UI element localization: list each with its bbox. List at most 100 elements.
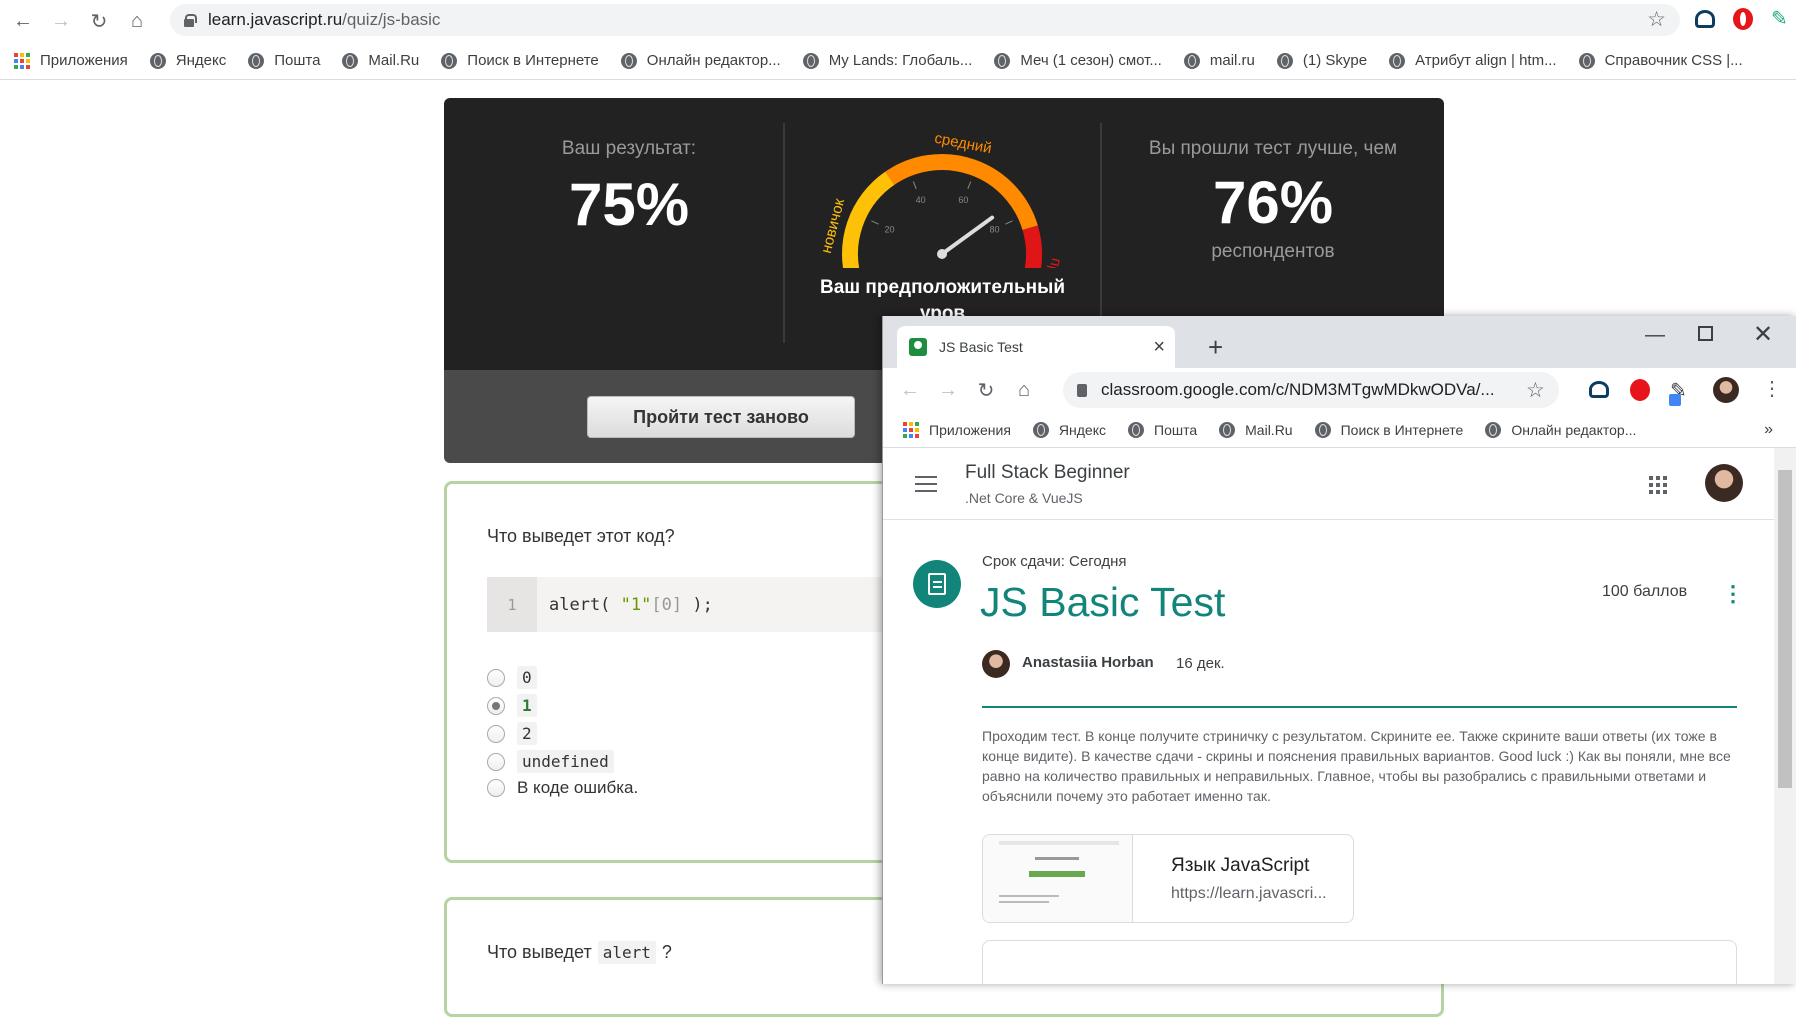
globe-icon <box>620 52 637 69</box>
apps-grid-icon <box>14 52 30 69</box>
extension-triangle-icon[interactable] <box>1695 9 1715 28</box>
due-date: Срок сдачи: Сегодня <box>982 553 1127 570</box>
menu-kebab-icon[interactable]: ⋮ <box>1762 376 1782 401</box>
answer-option[interactable]: undefined <box>487 750 614 773</box>
gauge-arc-pro <box>1021 225 1042 285</box>
option-label: 1 <box>517 694 537 717</box>
globe-icon <box>802 52 819 69</box>
bookmark-item[interactable]: Онлайн редактор... <box>1485 421 1637 438</box>
bookmark-item[interactable]: Меч (1 сезон) смот... <box>994 52 1162 69</box>
forward-button[interactable]: → <box>42 2 80 40</box>
globe-icon <box>441 52 458 69</box>
bookmark-label: Онлайн редактор... <box>1511 421 1637 438</box>
bookmark-item[interactable]: Пошта <box>1128 421 1197 438</box>
bookmark-item[interactable]: (1) Skype <box>1276 52 1368 69</box>
reload-button[interactable]: ↻ <box>967 371 1005 409</box>
extension-badge <box>1669 394 1681 406</box>
attachment-card[interactable]: Язык JavaScript https://learn.javascri..… <box>982 834 1354 923</box>
new-tab-button[interactable]: + <box>1208 332 1223 363</box>
bookmark-item[interactable]: Яндекс <box>149 52 226 69</box>
globe-icon <box>149 52 166 69</box>
extension-triangle-icon[interactable] <box>1589 381 1609 398</box>
bookmark-star-icon[interactable]: ☆ <box>1647 7 1666 32</box>
bookmark-item[interactable]: My Lands: Глобаль... <box>802 52 973 69</box>
back-button[interactable]: ← <box>891 371 929 409</box>
bookmark-label: Справочник CSS |... <box>1604 52 1743 69</box>
bookmark-label: My Lands: Глобаль... <box>828 52 973 69</box>
tab-strip: JS Basic Test × + — ✕ <box>883 316 1796 368</box>
classroom-favicon-icon <box>909 338 927 356</box>
bookmark-label: (1) Skype <box>1302 52 1368 69</box>
opera-vpn-icon[interactable] <box>1733 7 1753 30</box>
globe-icon <box>1578 52 1595 69</box>
overlay-bookmarks-bar: Приложения Яндекс Пошта Mail.Ru Поиск в Инте… <box>883 412 1796 448</box>
bookmark-item[interactable]: mail.ru <box>1183 52 1255 69</box>
scrollbar[interactable] <box>1774 448 1796 984</box>
forward-button[interactable]: → <box>929 371 967 409</box>
bookmark-item[interactable]: Поиск в Интернете <box>441 52 599 69</box>
radio-button[interactable] <box>487 696 505 715</box>
bookmark-item[interactable]: Приложения <box>14 52 128 69</box>
gauge-hub <box>937 249 947 259</box>
gauge-tick-label: 80 <box>989 224 999 234</box>
home-button[interactable]: ⌂ <box>118 2 156 40</box>
class-name[interactable]: Full Stack Beginner <box>965 462 1130 484</box>
bookmark-item[interactable]: Mail.Ru <box>342 52 419 69</box>
better-than: Вы прошли тест лучше, чем 76% респондент… <box>1102 138 1444 263</box>
overlay-address-bar[interactable]: classroom.google.com/c/NDM3MTgwMDkwODVa/… <box>1063 372 1559 408</box>
assignment-title: JS Basic Test <box>980 579 1226 625</box>
bookmark-item[interactable]: Приложения <box>903 421 1011 438</box>
bookmark-label: mail.ru <box>1209 52 1255 69</box>
gauge-block: 020406080100новичоксреднийпрофи Ваш пред… <box>784 98 1101 327</box>
question-title: Что выведет этот код? <box>487 526 675 546</box>
answer-option[interactable]: 1 <box>487 694 537 717</box>
radio-button[interactable] <box>487 779 505 797</box>
retry-button[interactable]: Пройти тест заново <box>587 396 855 438</box>
code-string: "1" <box>620 594 652 615</box>
bookmark-item[interactable]: Атрибут align | htm... <box>1389 52 1557 69</box>
opera-vpn-icon[interactable] <box>1630 379 1650 401</box>
address-bar[interactable]: learn.javascript.ru/quiz/js-basic ☆ <box>170 4 1680 36</box>
radio-button[interactable] <box>487 724 505 743</box>
classroom-window: JS Basic Test × + — ✕ ← → ↻ ⌂ classroom.… <box>882 316 1796 984</box>
answer-option[interactable]: 2 <box>487 722 537 745</box>
answer-option[interactable]: В коде ошибка. <box>487 778 638 798</box>
bookmark-item[interactable]: Mail.Ru <box>1219 421 1293 438</box>
bookmark-item[interactable]: Поиск в Интернете <box>1314 421 1463 438</box>
code-end: ); <box>682 594 713 615</box>
bookmark-item[interactable]: Яндекс <box>1032 421 1106 438</box>
assignment-menu-icon[interactable]: ⋮ <box>1722 581 1744 607</box>
bookmark-item[interactable]: Онлайн редактор... <box>620 52 781 69</box>
globe-icon <box>1485 421 1502 438</box>
maximize-button[interactable] <box>1698 326 1713 341</box>
bookmark-star-icon[interactable]: ☆ <box>1526 378 1545 403</box>
bookmark-label: Mail.Ru <box>368 52 420 69</box>
back-button[interactable]: ← <box>4 2 42 40</box>
radio-button[interactable] <box>487 752 505 771</box>
reload-button[interactable]: ↻ <box>80 2 118 40</box>
bookmark-item[interactable]: Справочник CSS |... <box>1578 52 1743 69</box>
tab-js-basic-test[interactable]: JS Basic Test × <box>897 326 1175 368</box>
more-bookmarks-icon[interactable]: » <box>1764 421 1773 439</box>
profile-avatar[interactable] <box>1713 377 1739 403</box>
code-index: [0] <box>651 594 683 615</box>
answer-option[interactable]: 0 <box>487 666 537 689</box>
account-avatar[interactable] <box>1705 464 1743 502</box>
globe-icon <box>1314 421 1331 438</box>
gauge-tick <box>912 181 917 190</box>
minimize-button[interactable]: — <box>1645 324 1665 347</box>
url-path: /quiz/js-basic <box>342 10 441 29</box>
close-window-button[interactable]: ✕ <box>1753 320 1773 349</box>
hamburger-menu-icon[interactable] <box>915 476 937 497</box>
bookmark-item[interactable]: Пошта <box>248 52 320 69</box>
better-than-value: 76% <box>1212 169 1334 236</box>
google-apps-icon[interactable] <box>1649 476 1667 494</box>
scrollbar-thumb[interactable] <box>1778 470 1792 788</box>
home-button[interactable]: ⌂ <box>1005 371 1043 409</box>
close-tab-icon[interactable]: × <box>1153 336 1165 359</box>
overlay-toolbar: ← → ↻ ⌂ classroom.google.com/c/NDM3MTgwM… <box>883 368 1796 412</box>
radio-button[interactable] <box>487 668 505 687</box>
eyedropper-icon[interactable]: ✎ <box>1771 6 1788 31</box>
bookmark-label: Приложения <box>929 421 1011 438</box>
gauge-tick-label: 40 <box>916 195 926 205</box>
